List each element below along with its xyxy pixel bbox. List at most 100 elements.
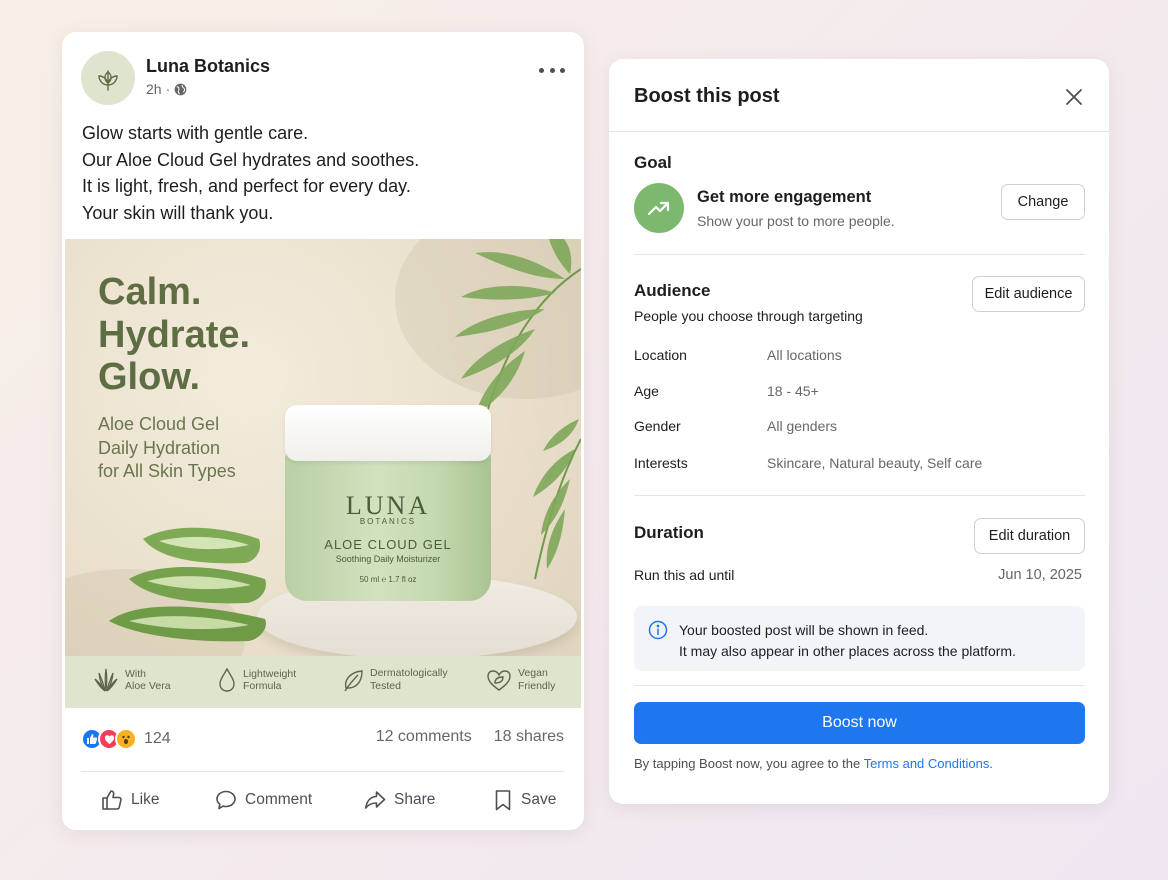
caption-line: Our Aloe Cloud Gel hydrates and soothes. (82, 149, 420, 170)
close-button[interactable] (1063, 86, 1085, 108)
post-meta: 2h · (146, 81, 187, 97)
comment-label: Comment (245, 791, 313, 808)
share-label: Share (394, 791, 436, 808)
feature-item: With Aloe Vera (93, 667, 171, 693)
jar-product-name: ALOE CLOUD GEL (324, 537, 452, 552)
subline-line: for All Skin Types (98, 461, 236, 481)
post-actions: Like Comment Share Save (81, 784, 564, 816)
audience-key-gender: Gender (634, 418, 681, 434)
share-button[interactable]: Share (364, 784, 435, 816)
comments-count[interactable]: 12 comments (376, 728, 472, 746)
info-notice: Your boosted post will be shown in feed.… (634, 606, 1085, 671)
terms-prefix: By tapping Boost now, you agree to the (634, 756, 864, 771)
comment-button[interactable]: Comment (215, 784, 312, 816)
heart-leaf-icon (487, 669, 511, 691)
post-stats: 124 12 comments 18 shares (81, 728, 564, 752)
like-label: Like (131, 791, 160, 808)
like-button[interactable]: Like (101, 784, 159, 816)
product-jar-lid (285, 405, 491, 461)
caption-line: Your skin will thank you. (82, 202, 274, 223)
jar-volume: 50 ml ℮ 1.7 fl oz (359, 575, 417, 584)
audience-value-interests: Skincare, Natural beauty, Self care (767, 455, 983, 471)
caption-line: It is light, fresh, and perfect for ever… (82, 176, 411, 197)
aloe-icon (94, 668, 118, 692)
divider (634, 495, 1085, 496)
audience-subtitle: People you choose through targeting (634, 308, 863, 324)
leaf-logo-icon (98, 70, 118, 91)
meta-separator: · (165, 81, 171, 97)
change-goal-button[interactable]: Change (1001, 184, 1085, 220)
dot-icon (560, 67, 565, 73)
run-until-date: Jun 10, 2025 (998, 567, 1082, 583)
feature-label: Formula (243, 680, 282, 692)
terms-notice: By tapping Boost now, you agree to the T… (634, 756, 993, 771)
post-image[interactable]: Calm. Hydrate. Glow. Aloe Cloud Gel Dail… (65, 239, 581, 708)
boost-panel: Boost this post Goal Get more engagement… (609, 59, 1109, 804)
engagement-counts: 12 comments 18 shares (376, 728, 564, 746)
feature-label: With (125, 667, 146, 680)
goal-section-title: Goal (634, 153, 672, 172)
feature-strip: With Aloe Vera Lightweight Formula Derma… (65, 656, 581, 708)
more-options-button[interactable] (539, 61, 565, 79)
subline-line: Daily Hydration (98, 437, 221, 458)
image-subline: Aloe Cloud Gel Daily Hydration for All S… (98, 413, 236, 484)
globe-icon (174, 83, 187, 95)
post-card: Luna Botanics 2h · Glow starts with gent… (62, 32, 584, 830)
jar-description: Soothing Daily Moisturizer (335, 554, 441, 564)
audience-key-interests: Interests (634, 455, 688, 471)
bookmark-icon (495, 790, 511, 811)
audience-key-age: Age (634, 383, 659, 399)
feature-label: Dermatologically (370, 667, 448, 679)
goal-icon-badge (634, 183, 684, 233)
audience-section-title: Audience (634, 281, 711, 300)
image-headline: Calm. Hydrate. Glow. (98, 271, 250, 399)
share-icon (365, 791, 386, 809)
feature-label: Vegan (518, 667, 548, 679)
droplet-icon (219, 667, 235, 692)
jar-brand-sub: BOTANICS (359, 517, 417, 526)
divider (81, 771, 564, 772)
audience-value-location: All locations (767, 347, 842, 363)
feature-item: Lightweight Formula (217, 667, 296, 693)
feature-label: Friendly (518, 679, 556, 692)
shares-count[interactable]: 18 shares (494, 728, 564, 746)
close-icon (1066, 89, 1082, 105)
reactions-count: 124 (144, 730, 171, 747)
terms-link[interactable]: Terms and Conditions. (864, 756, 993, 771)
reactions-summary[interactable]: 124 (81, 728, 171, 750)
subline-line: Aloe Cloud Gel (98, 414, 220, 434)
info-icon (648, 620, 668, 640)
page-name[interactable]: Luna Botanics (146, 56, 270, 77)
info-line: It may also appear in other places acros… (679, 642, 1016, 659)
run-until-label: Run this ad until (634, 567, 735, 583)
feature-item: Vegan Friendly (486, 667, 555, 692)
dot-icon (549, 67, 555, 73)
audience-value-gender: All genders (767, 418, 838, 434)
info-line: Your boosted post will be shown in feed. (679, 622, 929, 638)
goal-description: Show your post to more people. (697, 213, 895, 229)
audience-value-age: 18 - 45+ (767, 383, 819, 399)
aloe-slices-illustration (109, 527, 266, 642)
divider (634, 254, 1085, 255)
save-button[interactable]: Save (493, 784, 556, 816)
audience-key-location: Location (634, 347, 687, 363)
headline-line: Glow. (98, 356, 201, 398)
leaf-icon (344, 669, 363, 691)
thumbs-up-icon (102, 790, 122, 810)
edit-duration-button[interactable]: Edit duration (974, 518, 1085, 554)
info-text: Your boosted post will be shown in feed.… (679, 620, 1016, 661)
avatar[interactable] (81, 51, 135, 105)
trending-up-icon (647, 201, 670, 216)
post-caption: Glow starts with gentle care. Our Aloe C… (82, 120, 419, 226)
edit-audience-button[interactable]: Edit audience (972, 276, 1085, 312)
divider (609, 131, 1109, 132)
panel-title: Boost this post (634, 85, 780, 107)
headline-line: Hydrate. (98, 313, 251, 356)
comment-icon (216, 790, 236, 810)
boost-now-button[interactable]: Boost now (634, 702, 1085, 744)
post-time[interactable]: 2h (146, 81, 162, 97)
post-header: Luna Botanics 2h · (81, 51, 565, 105)
caption-line: Glow starts with gentle care. (82, 123, 309, 143)
feature-item: Dermatologically Tested (342, 667, 448, 692)
goal-name: Get more engagement (697, 188, 872, 206)
